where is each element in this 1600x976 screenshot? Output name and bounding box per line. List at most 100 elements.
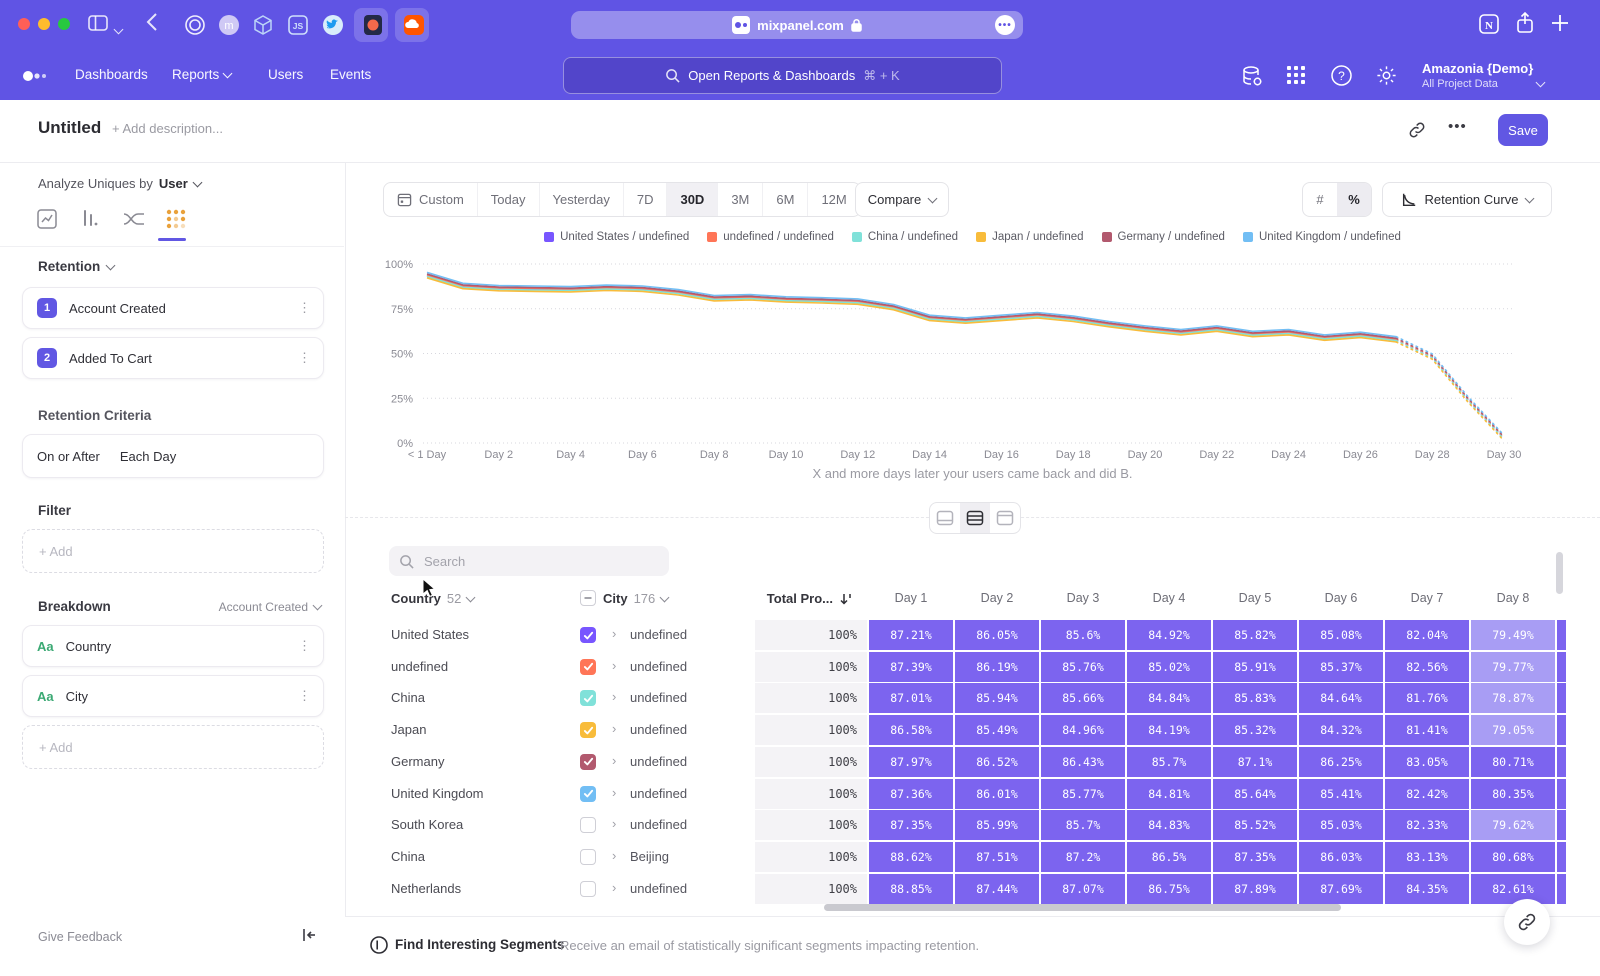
expand-row-icon[interactable]: ›	[612, 880, 616, 895]
expand-row-icon[interactable]: ›	[612, 816, 616, 831]
avatar-m-icon[interactable]: m	[216, 12, 242, 38]
expand-row-icon[interactable]: ›	[612, 658, 616, 673]
day-column-header[interactable]: Day 4	[1127, 591, 1211, 605]
target-icon[interactable]	[182, 12, 208, 38]
global-search-button[interactable]: Open Reports & Dashboards ⌘ + K	[563, 57, 1002, 94]
add-breakdown-button[interactable]: + Add	[22, 725, 324, 769]
retention-step-2[interactable]: 2 Added To Cart ⋮	[22, 337, 324, 379]
project-chevron-icon[interactable]	[1537, 73, 1544, 91]
apps-grid-icon[interactable]	[1285, 64, 1307, 86]
breakdown-country[interactable]: Aa Country ⋮	[22, 625, 324, 667]
help-icon[interactable]: ?	[1330, 64, 1353, 87]
nav-users[interactable]: Users	[268, 67, 303, 82]
mixpanel-logo[interactable]	[22, 70, 48, 82]
project-switcher[interactable]: Amazonia {Demo} All Project Data	[1422, 61, 1533, 90]
expand-row-icon[interactable]: ›	[612, 785, 616, 800]
vertical-scrollbar[interactable]	[1556, 552, 1563, 594]
table-search[interactable]	[389, 546, 669, 576]
table-search-input[interactable]	[422, 553, 646, 570]
address-bar[interactable]: mixpanel.com •••	[571, 11, 1023, 39]
nav-reports[interactable]: Reports	[172, 67, 231, 82]
nav-events[interactable]: Events	[330, 67, 371, 82]
day-column-header[interactable]: Day 3	[1041, 591, 1125, 605]
tab-insights[interactable]	[36, 208, 58, 230]
range-12m[interactable]: 12M	[808, 183, 859, 216]
range-custom[interactable]: Custom	[384, 183, 478, 216]
sidebar-toggle-icon[interactable]	[88, 14, 108, 32]
chart-type-selector[interactable]: Retention Curve	[1382, 182, 1552, 217]
row-checkbox[interactable]	[580, 690, 596, 706]
row-checkbox[interactable]	[580, 881, 596, 897]
analyze-uniques-control[interactable]: Analyze Uniques byUser	[38, 176, 201, 191]
add-filter-button[interactable]: + Add	[22, 529, 324, 573]
range-3m[interactable]: 3M	[718, 183, 763, 216]
legend-item[interactable]: United States / undefined	[544, 231, 689, 243]
day-column-header[interactable]: Day 5	[1213, 591, 1297, 605]
expand-row-icon[interactable]: ›	[612, 721, 616, 736]
js-badge-icon[interactable]: JS	[285, 12, 311, 38]
expand-row-icon[interactable]: ›	[612, 689, 616, 704]
range-today[interactable]: Today	[478, 183, 540, 216]
row-checkbox[interactable]	[580, 817, 596, 833]
more-options-icon[interactable]: •••	[1448, 118, 1467, 135]
legend-item[interactable]: China / undefined	[852, 231, 958, 243]
day-column-header[interactable]: Day 1	[869, 591, 953, 605]
split-view-icon[interactable]	[960, 503, 990, 533]
breakdown-scope-selector[interactable]: Account Created	[219, 600, 321, 614]
nav-dashboards[interactable]: Dashboards	[75, 67, 148, 82]
unit-number-toggle[interactable]: #	[1303, 183, 1337, 216]
range-yesterday[interactable]: Yesterday	[540, 183, 624, 216]
save-button[interactable]: Save	[1498, 114, 1548, 146]
cube-icon[interactable]	[250, 12, 276, 38]
table-only-view-icon[interactable]	[990, 503, 1020, 533]
row-checkbox[interactable]	[580, 659, 596, 675]
cloud-icon[interactable]	[401, 12, 427, 38]
data-management-icon[interactable]	[1240, 64, 1264, 88]
plus-icon[interactable]	[1550, 13, 1570, 33]
criteria-each-day[interactable]: Each Day	[120, 449, 176, 464]
row-checkbox[interactable]	[580, 627, 596, 643]
give-feedback-link[interactable]: Give Feedback	[38, 930, 122, 944]
unit-percent-toggle[interactable]: %	[1337, 183, 1371, 216]
share-icon[interactable]	[1514, 11, 1536, 35]
range-7d[interactable]: 7D	[624, 183, 668, 216]
expand-row-icon[interactable]: ›	[612, 626, 616, 641]
chevron-down-icon[interactable]	[115, 20, 122, 38]
minimize-window-button[interactable]	[38, 18, 50, 30]
day-column-header[interactable]: Day 2	[955, 591, 1039, 605]
city-column-header[interactable]: City176	[603, 591, 668, 606]
close-window-button[interactable]	[18, 18, 30, 30]
share-link-fab[interactable]	[1504, 899, 1550, 945]
reader-icon[interactable]	[360, 12, 386, 38]
legend-item[interactable]: Japan / undefined	[976, 231, 1083, 243]
report-title[interactable]: Untitled	[38, 118, 101, 138]
chart-only-view-icon[interactable]	[930, 503, 960, 533]
breakdown-city[interactable]: Aa City ⋮	[22, 675, 324, 717]
legend-item[interactable]: Germany / undefined	[1102, 231, 1225, 243]
find-segments-title[interactable]: Find Interesting Segments	[395, 937, 565, 952]
row-checkbox[interactable]	[580, 754, 596, 770]
collapse-sidebar-icon[interactable]	[300, 926, 318, 944]
site-options-icon[interactable]: •••	[995, 15, 1015, 35]
day-column-header[interactable]: Day 8	[1471, 591, 1555, 605]
back-icon[interactable]	[146, 12, 158, 32]
report-description-placeholder[interactable]: + Add description...	[112, 121, 223, 136]
row-checkbox[interactable]	[580, 849, 596, 865]
retention-step-1[interactable]: 1 Account Created ⋮	[22, 287, 324, 329]
tab-flows[interactable]	[122, 208, 146, 230]
select-all-checkbox[interactable]	[580, 590, 596, 606]
criteria-on-or-after[interactable]: On or After	[37, 449, 100, 464]
range-30d[interactable]: 30D	[667, 183, 718, 216]
range-6m[interactable]: 6M	[763, 183, 808, 216]
bird-icon[interactable]	[320, 12, 346, 38]
day-column-header[interactable]: Day 7	[1385, 591, 1469, 605]
row-checkbox[interactable]	[580, 786, 596, 802]
total-column-header[interactable]: Total Pro...	[757, 591, 853, 606]
retention-criteria-card[interactable]: On or After Each Day	[22, 434, 324, 478]
kebab-menu-icon[interactable]: ⋮	[298, 300, 311, 316]
notion-icon[interactable]: N	[1478, 13, 1500, 35]
zoom-window-button[interactable]	[58, 18, 70, 30]
legend-item[interactable]: United Kingdom / undefined	[1243, 231, 1401, 243]
tab-retention-active[interactable]	[165, 208, 187, 230]
retention-section-label[interactable]: Retention	[38, 259, 114, 274]
